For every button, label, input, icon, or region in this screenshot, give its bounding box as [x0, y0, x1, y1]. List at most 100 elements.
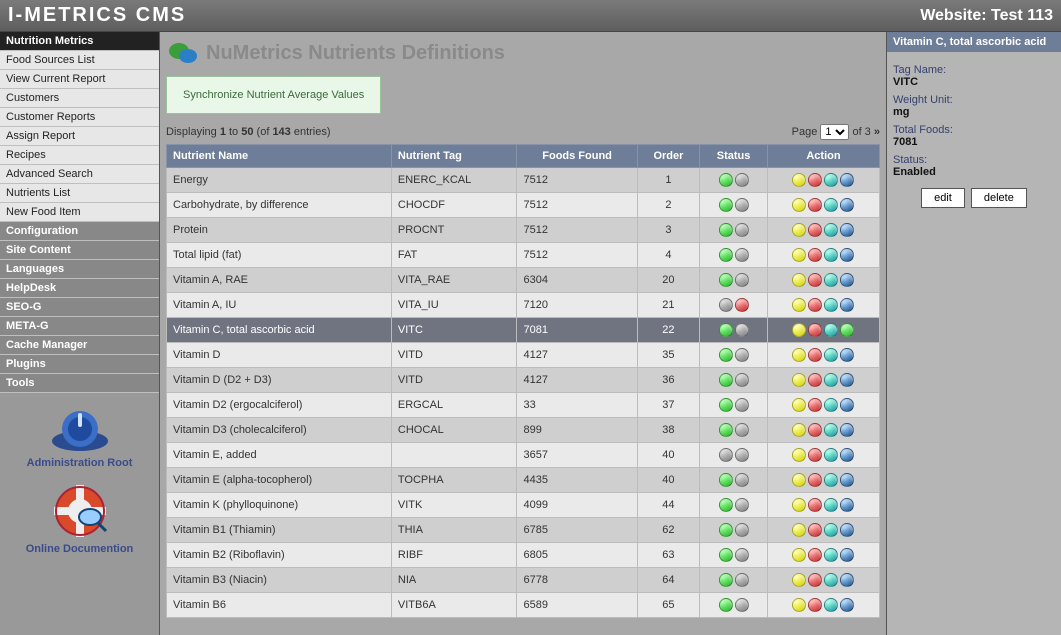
- table-row[interactable]: Vitamin E (alpha-tocopherol)TOCPHA443540: [167, 468, 880, 493]
- toggle-icon[interactable]: [840, 323, 854, 337]
- edit-icon[interactable]: [792, 373, 806, 387]
- next-page[interactable]: »: [874, 126, 880, 138]
- edit-icon[interactable]: [792, 598, 806, 612]
- sidebar-item-cache-manager[interactable]: Cache Manager: [0, 336, 159, 355]
- delete-icon[interactable]: [808, 298, 822, 312]
- sidebar-item-assign-report[interactable]: Assign Report: [0, 127, 159, 146]
- table-row[interactable]: Vitamin B3 (Niacin)NIA677864: [167, 568, 880, 593]
- delete-button[interactable]: delete: [971, 188, 1027, 208]
- toggle-icon[interactable]: [840, 248, 854, 262]
- sidebar-item-configuration[interactable]: Configuration: [0, 222, 159, 241]
- info-icon[interactable]: [824, 598, 838, 612]
- col-foods-found[interactable]: Foods Found: [517, 145, 637, 168]
- page-select[interactable]: 1: [820, 124, 849, 140]
- toggle-icon[interactable]: [840, 598, 854, 612]
- info-icon[interactable]: [824, 448, 838, 462]
- col-order[interactable]: Order: [637, 145, 699, 168]
- delete-icon[interactable]: [808, 348, 822, 362]
- col-action[interactable]: Action: [767, 145, 879, 168]
- table-row[interactable]: Vitamin A, RAEVITA_RAE630420: [167, 268, 880, 293]
- info-icon[interactable]: [824, 298, 838, 312]
- info-icon[interactable]: [824, 523, 838, 537]
- info-icon[interactable]: [824, 398, 838, 412]
- sidebar-item-tools[interactable]: Tools: [0, 374, 159, 393]
- edit-icon[interactable]: [792, 348, 806, 362]
- table-row[interactable]: Vitamin B2 (Riboflavin)RIBF680563: [167, 543, 880, 568]
- toggle-icon[interactable]: [840, 573, 854, 587]
- table-row[interactable]: Vitamin DVITD412735: [167, 343, 880, 368]
- table-row[interactable]: Vitamin D3 (cholecalciferol)CHOCAL89938: [167, 418, 880, 443]
- info-icon[interactable]: [824, 323, 838, 337]
- sidebar-item-meta-g[interactable]: META-G: [0, 317, 159, 336]
- table-row[interactable]: Vitamin B6VITB6A658965: [167, 593, 880, 618]
- sidebar-item-new-food-item[interactable]: New Food Item: [0, 203, 159, 222]
- info-icon[interactable]: [824, 423, 838, 437]
- edit-icon[interactable]: [792, 448, 806, 462]
- delete-icon[interactable]: [808, 448, 822, 462]
- sidebar-item-customers[interactable]: Customers: [0, 89, 159, 108]
- delete-icon[interactable]: [808, 598, 822, 612]
- col-status[interactable]: Status: [700, 145, 768, 168]
- sync-button[interactable]: Synchronize Nutrient Average Values: [166, 76, 381, 114]
- toggle-icon[interactable]: [840, 198, 854, 212]
- sidebar-item-nutrition-metrics[interactable]: Nutrition Metrics: [0, 32, 159, 51]
- sidebar-item-languages[interactable]: Languages: [0, 260, 159, 279]
- edit-icon[interactable]: [792, 398, 806, 412]
- sidebar-item-site-content[interactable]: Site Content: [0, 241, 159, 260]
- sidebar-item-view-current-report[interactable]: View Current Report: [0, 70, 159, 89]
- delete-icon[interactable]: [808, 248, 822, 262]
- delete-icon[interactable]: [808, 523, 822, 537]
- table-row[interactable]: Vitamin D2 (ergocalciferol)ERGCAL3337: [167, 393, 880, 418]
- edit-icon[interactable]: [792, 223, 806, 237]
- delete-icon[interactable]: [808, 573, 822, 587]
- col-nutrient-tag[interactable]: Nutrient Tag: [391, 145, 517, 168]
- toggle-icon[interactable]: [840, 348, 854, 362]
- delete-icon[interactable]: [808, 198, 822, 212]
- sidebar-item-food-sources-list[interactable]: Food Sources List: [0, 51, 159, 70]
- delete-icon[interactable]: [808, 398, 822, 412]
- edit-icon[interactable]: [792, 248, 806, 262]
- info-icon[interactable]: [824, 273, 838, 287]
- col-nutrient-name[interactable]: Nutrient Name: [167, 145, 392, 168]
- sidebar-item-advanced-search[interactable]: Advanced Search: [0, 165, 159, 184]
- delete-icon[interactable]: [808, 473, 822, 487]
- toggle-icon[interactable]: [840, 548, 854, 562]
- edit-icon[interactable]: [792, 573, 806, 587]
- toggle-icon[interactable]: [840, 223, 854, 237]
- edit-icon[interactable]: [792, 198, 806, 212]
- delete-icon[interactable]: [808, 423, 822, 437]
- edit-icon[interactable]: [792, 173, 806, 187]
- toggle-icon[interactable]: [840, 398, 854, 412]
- delete-icon[interactable]: [808, 498, 822, 512]
- delete-icon[interactable]: [808, 548, 822, 562]
- toggle-icon[interactable]: [840, 373, 854, 387]
- sidebar-item-plugins[interactable]: Plugins: [0, 355, 159, 374]
- sidebar-item-helpdesk[interactable]: HelpDesk: [0, 279, 159, 298]
- edit-icon[interactable]: [792, 548, 806, 562]
- sidebar-item-recipes[interactable]: Recipes: [0, 146, 159, 165]
- toggle-icon[interactable]: [840, 448, 854, 462]
- info-icon[interactable]: [824, 348, 838, 362]
- info-icon[interactable]: [824, 498, 838, 512]
- sidebar-item-customer-reports[interactable]: Customer Reports: [0, 108, 159, 127]
- edit-icon[interactable]: [792, 273, 806, 287]
- edit-icon[interactable]: [792, 423, 806, 437]
- edit-icon[interactable]: [792, 473, 806, 487]
- info-icon[interactable]: [824, 173, 838, 187]
- edit-icon[interactable]: [792, 323, 806, 337]
- info-icon[interactable]: [824, 198, 838, 212]
- delete-icon[interactable]: [808, 273, 822, 287]
- toggle-icon[interactable]: [840, 173, 854, 187]
- info-icon[interactable]: [824, 473, 838, 487]
- info-icon[interactable]: [824, 223, 838, 237]
- toggle-icon[interactable]: [840, 473, 854, 487]
- sidebar-item-seo-g[interactable]: SEO-G: [0, 298, 159, 317]
- admin-root-block[interactable]: Administration Root: [0, 393, 159, 473]
- table-row[interactable]: Vitamin K (phylloquinone)VITK409944: [167, 493, 880, 518]
- delete-icon[interactable]: [808, 373, 822, 387]
- toggle-icon[interactable]: [840, 273, 854, 287]
- table-row[interactable]: Vitamin C, total ascorbic acidVITC708122: [167, 318, 880, 343]
- table-row[interactable]: ProteinPROCNT75123: [167, 218, 880, 243]
- table-row[interactable]: Vitamin D (D2 + D3)VITD412736: [167, 368, 880, 393]
- toggle-icon[interactable]: [840, 423, 854, 437]
